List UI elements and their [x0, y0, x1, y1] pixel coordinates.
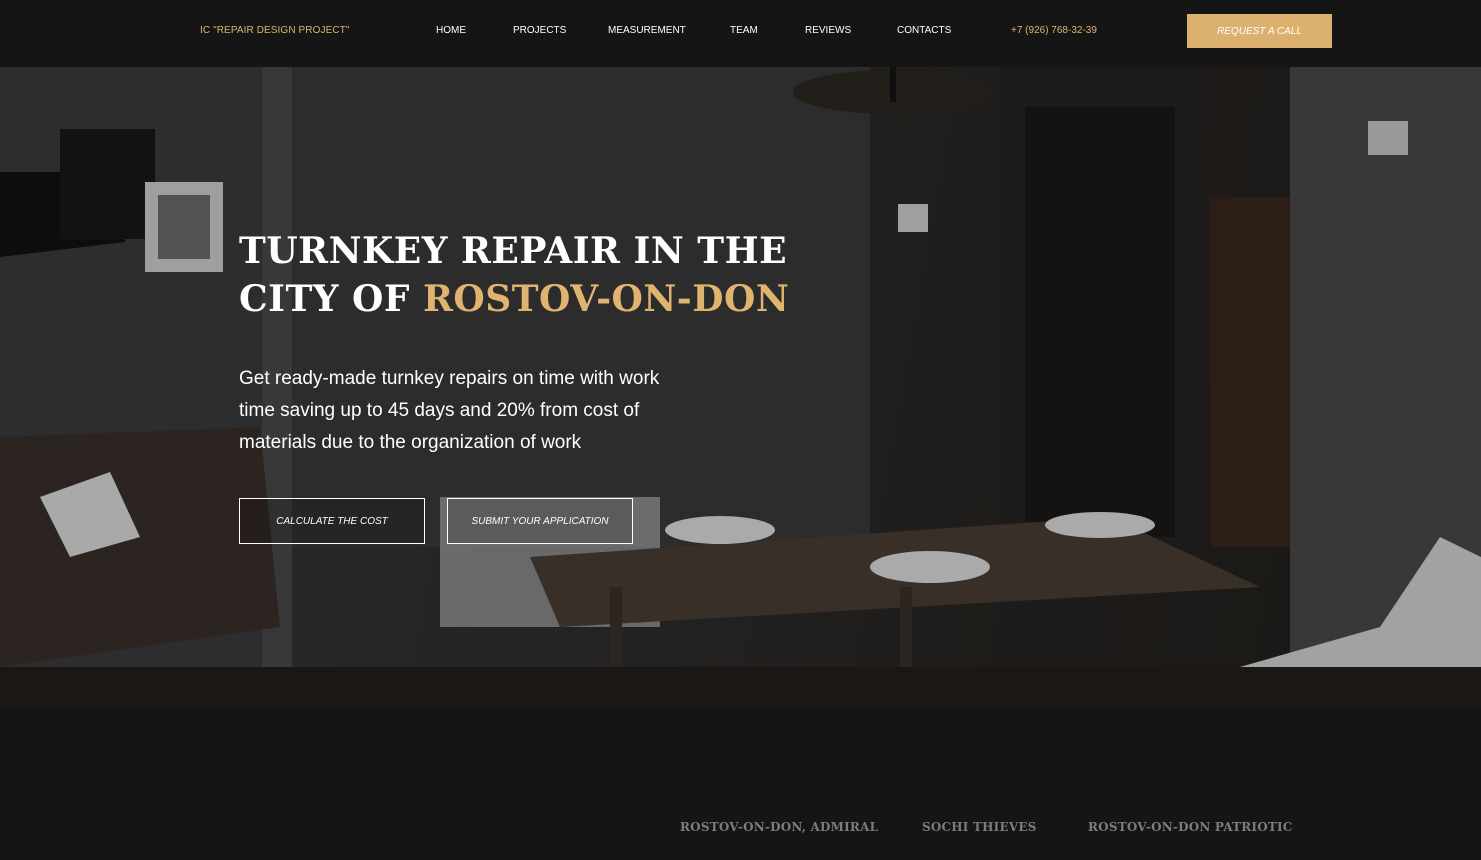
project-tab-rostov-admiral[interactable]: ROSTOV-ON-DON, ADMIRAL — [680, 820, 878, 834]
hero-description: Get ready-made turnkey repairs on time w… — [239, 368, 660, 453]
hero-overlay — [0, 67, 1481, 706]
site-header: IC "REPAIR DESIGN PROJECT" HOME PROJECTS… — [0, 0, 1481, 67]
hero-title-city: ROSTOV-ON-DON — [422, 278, 790, 320]
request-call-button[interactable]: REQUEST A CALL — [1187, 14, 1332, 48]
nav-projects[interactable]: PROJECTS — [513, 25, 566, 36]
nav-team[interactable]: TEAM — [730, 25, 758, 36]
project-tab-rostov-patriotic[interactable]: ROSTOV-ON-DON PATRIOTIC — [1088, 820, 1293, 834]
nav-contacts[interactable]: CONTACTS — [897, 25, 951, 36]
hero-title-line1: TURNKEY REPAIR IN THE — [239, 230, 788, 272]
nav-reviews[interactable]: REVIEWS — [805, 25, 851, 36]
projects-section: ROSTOV-ON-DON, ADMIRAL SOCHI THIEVES ROS… — [0, 706, 1481, 860]
calculate-cost-button[interactable]: CALCULATE THE COST — [239, 498, 425, 544]
phone-number[interactable]: +7 (926) 768-32-39 — [1011, 25, 1097, 36]
project-tab-sochi-thieves[interactable]: SOCHI THIEVES — [922, 820, 1037, 834]
submit-application-button[interactable]: SUBMIT YOUR APPLICATION — [447, 498, 633, 544]
nav-measurement[interactable]: MEASUREMENT — [608, 25, 686, 36]
hero-title: TURNKEY REPAIR IN THE CITY OF ROSTOV-ON-… — [239, 227, 799, 323]
logo[interactable]: IC "REPAIR DESIGN PROJECT" — [200, 25, 350, 36]
hero-section: TURNKEY REPAIR IN THE CITY OF ROSTOV-ON-… — [0, 67, 1481, 706]
hero-title-line2: CITY OF — [239, 278, 410, 320]
nav-home[interactable]: HOME — [436, 25, 466, 36]
